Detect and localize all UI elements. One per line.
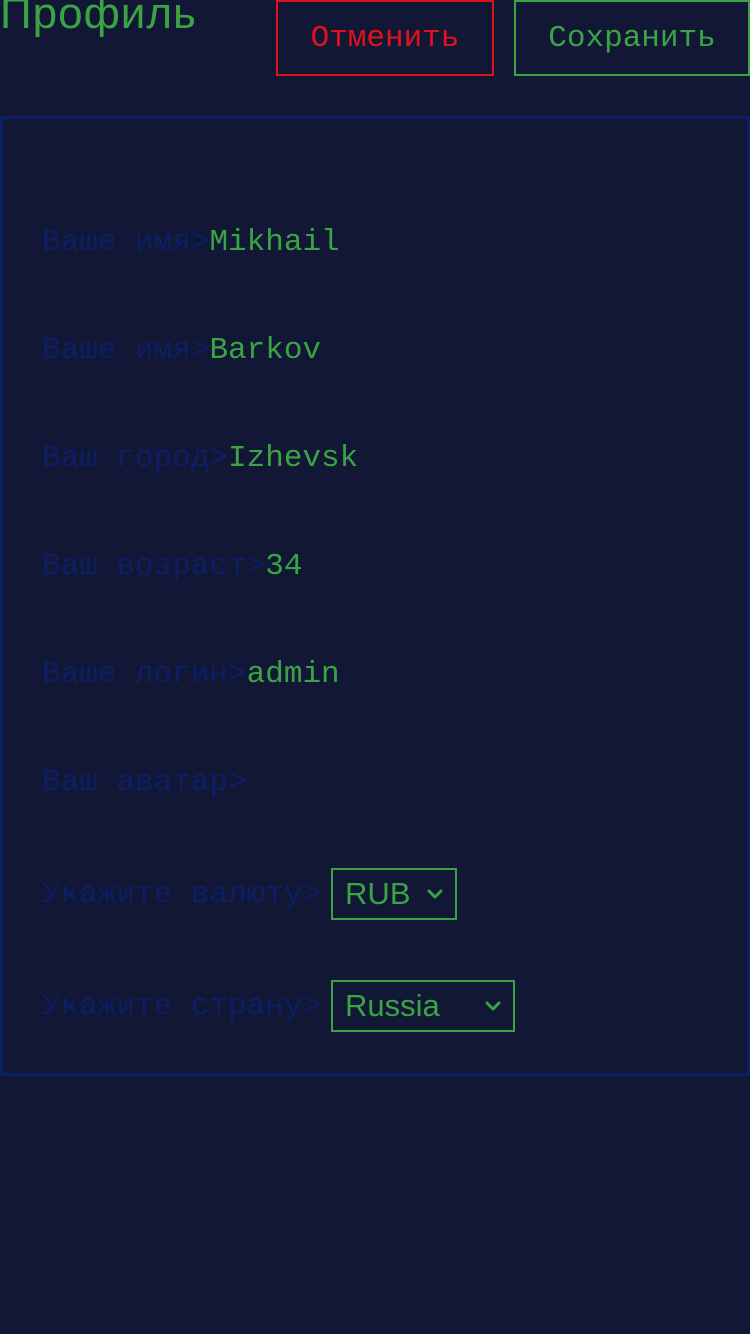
avatar-row: Ваш аватар> (42, 762, 247, 802)
chevron-down-icon (427, 889, 443, 899)
currency-label: Укажите валюту> (42, 876, 322, 912)
currency-selected-value: RUB (345, 876, 411, 911)
city-row: Ваш город> Izhevsk (42, 438, 358, 478)
country-row: Укажите страну> Russia (42, 980, 516, 1032)
country-select[interactable]: Russia (331, 980, 516, 1032)
last-name-label: Ваше имя> (42, 332, 210, 368)
first-name-row: Ваше имя> Mikhail (42, 222, 340, 262)
chevron-down-icon (485, 1001, 501, 1011)
cancel-button[interactable]: Отменить (276, 0, 494, 76)
login-row: Ваше логин> admin (42, 654, 340, 694)
currency-select[interactable]: RUB (331, 868, 458, 920)
avatar-label: Ваш аватар> (42, 764, 247, 800)
city-label: Ваш город> (42, 440, 229, 476)
country-selected-value: Russia (345, 988, 440, 1023)
login-value[interactable]: admin (247, 657, 340, 692)
first-name-label: Ваше имя> (42, 224, 210, 260)
first-name-value[interactable]: Mikhail (209, 225, 339, 260)
currency-row: Укажите валюту> RUB (42, 868, 458, 920)
country-label: Укажите страну> (42, 988, 322, 1024)
age-row: Ваш возраст> 34 (42, 546, 302, 586)
age-value[interactable]: 34 (265, 549, 302, 584)
login-label: Ваше логин> (42, 656, 247, 692)
city-value[interactable]: Izhevsk (228, 441, 358, 476)
age-label: Ваш возраст> (42, 548, 266, 584)
save-button[interactable]: Сохранить (514, 0, 750, 76)
last-name-row: Ваше имя> Barkov (42, 330, 321, 370)
page-title: Профиль (0, 0, 197, 38)
last-name-value[interactable]: Barkov (209, 333, 321, 368)
